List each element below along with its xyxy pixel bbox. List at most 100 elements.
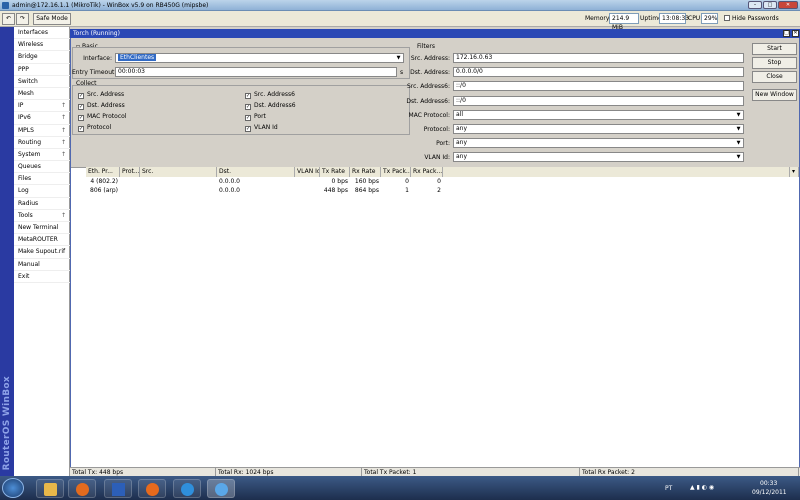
entry-timeout-input[interactable]: 00:00:03: [115, 67, 397, 77]
sidebar-item-label: IP: [18, 102, 24, 110]
filter-mac-protocol-input[interactable]: all ▼: [453, 109, 744, 120]
collect-protocol-checkbox[interactable]: ✓ Protocol: [78, 124, 111, 132]
sidebar-item-tools[interactable]: Tools ↑: [14, 210, 70, 222]
sidebar-item-make-supout-rif[interactable]: Make Supout.rif: [14, 246, 70, 259]
filter-label: Protocol:: [423, 126, 450, 133]
filter-label: Port:: [436, 140, 450, 148]
start-button[interactable]: Start: [752, 43, 797, 55]
sidebar-item-mesh[interactable]: Mesh: [14, 88, 70, 101]
filter-value: 172.16.0.63: [456, 54, 493, 61]
table-cell: [122, 186, 138, 195]
sidebar-item-switch[interactable]: Switch: [14, 76, 70, 88]
filter-vlan-id-input[interactable]: any ▼: [453, 152, 744, 163]
new-window-button[interactable]: New Window: [752, 89, 797, 101]
close-torch-button[interactable]: Close: [752, 71, 797, 83]
sidebar-item-bridge[interactable]: Bridge: [14, 51, 70, 64]
filter-dst-address-input[interactable]: 0.0.0.0/0: [453, 67, 744, 78]
language-indicator[interactable]: PT: [665, 485, 672, 492]
sidebar-item-ip[interactable]: IP ↑: [14, 100, 70, 113]
collect-vlan-id-checkbox[interactable]: ✓ VLAN Id: [245, 124, 278, 132]
minimize-button[interactable]: –: [748, 1, 762, 9]
columns-menu-icon[interactable]: ▾: [790, 167, 799, 177]
safe-mode-button[interactable]: Safe Mode: [33, 13, 71, 25]
column-header[interactable]: Dst.: [217, 167, 295, 177]
sidebar-item-label: Tools: [18, 211, 33, 219]
column-header[interactable]: Src.: [140, 167, 217, 177]
column-header[interactable]: VLAN Id: [295, 167, 320, 177]
interface-select[interactable]: EthClientes ▼: [115, 53, 404, 63]
sidebar-item-mpls[interactable]: MPLS ↑: [14, 125, 70, 137]
sidebar-item-wireless[interactable]: Wireless: [14, 39, 70, 52]
sidebar-item-ppp[interactable]: PPP: [14, 64, 70, 76]
table-cell: 0: [405, 178, 409, 185]
start-orb-icon[interactable]: [2, 478, 24, 498]
collect-src-address-checkbox[interactable]: ✓ Src. Address: [78, 91, 124, 99]
checkbox-label: VLAN Id: [254, 124, 278, 131]
collect-mac-protocol-checkbox[interactable]: ✓ MAC Protocol: [78, 113, 126, 121]
collect-dst-address-checkbox[interactable]: ✓ Dst. Address: [78, 102, 125, 110]
torch-restore-button[interactable]: □: [783, 30, 790, 37]
sidebar-item-metarouter[interactable]: MetaROUTER: [14, 234, 70, 247]
filter-src-address6-input[interactable]: ::/0: [453, 81, 744, 92]
stop-button[interactable]: Stop: [752, 57, 797, 69]
sidebar-item-label: Interfaces: [18, 29, 48, 36]
column-header[interactable]: Tx Rate: [320, 167, 350, 177]
redo-button[interactable]: ↷: [16, 13, 29, 25]
undo-button[interactable]: ↶: [2, 13, 15, 25]
hide-passwords-checkbox[interactable]: Hide Passwords: [724, 15, 779, 22]
checkmark-icon: ✓: [245, 104, 251, 110]
filter-label: VLAN Id:: [424, 154, 450, 162]
taskbar-explorer-icon[interactable]: [36, 479, 64, 498]
sidebar-item-log[interactable]: Log: [14, 185, 70, 198]
taskbar-active-app-icon[interactable]: [207, 479, 235, 498]
checkmark-icon: ✓: [245, 93, 251, 99]
filter-src-address-input[interactable]: 172.16.0.63: [453, 53, 744, 63]
tray-icons[interactable]: ▲ ▮ ◐ ◉: [690, 484, 714, 491]
sidebar-item-radius[interactable]: Radius: [14, 198, 70, 210]
table-cell: 806 (arp): [90, 187, 118, 194]
sidebar-item-routing[interactable]: Routing ↑: [14, 137, 70, 149]
sidebar-item-exit[interactable]: Exit: [14, 271, 70, 283]
sidebar-item-system[interactable]: System ↑: [14, 149, 70, 162]
sidebar-item-ipv6[interactable]: IPv6 ↑: [14, 112, 70, 125]
taskbar-firefox-icon[interactable]: [138, 479, 166, 498]
sidebar-item-label: Manual: [18, 260, 40, 268]
taskbar-ie-icon[interactable]: [173, 479, 201, 498]
table-cell: [142, 186, 215, 195]
collect-dst-address6-checkbox[interactable]: ✓ Dst. Address6: [245, 102, 296, 110]
filters-group-label: Filters: [417, 43, 435, 50]
filter-value: ::/0: [456, 96, 466, 104]
column-header[interactable]: Tx Pack...: [381, 167, 411, 177]
torch-close-button[interactable]: ✕: [792, 30, 799, 37]
taskbar-winbox-icon[interactable]: [104, 479, 132, 498]
table-cell: 4 (802.2): [90, 178, 118, 185]
sidebar-item-interfaces[interactable]: Interfaces: [14, 27, 70, 40]
maximize-button[interactable]: □: [763, 1, 777, 9]
taskbar-media-player-icon[interactable]: [68, 479, 96, 498]
collect-src-address6-checkbox[interactable]: ✓ Src. Address6: [245, 91, 295, 99]
chevron-down-icon: ▼: [736, 126, 741, 132]
close-button[interactable]: ✕: [778, 1, 798, 9]
filter-protocol-input[interactable]: any ▼: [453, 124, 744, 134]
clock-time[interactable]: 00:33: [760, 480, 777, 487]
sidebar-item-label: Routing: [18, 138, 42, 146]
submenu-arrow-icon: ↑: [60, 126, 66, 134]
checkbox-label: Port: [254, 113, 266, 120]
filter-dst-address6-input[interactable]: ::/0: [453, 95, 744, 106]
sidebar-item-manual[interactable]: Manual: [14, 259, 70, 271]
column-header[interactable]: Rx Rate: [350, 167, 381, 177]
sidebar-item-files[interactable]: Files: [14, 173, 70, 186]
column-header[interactable]: Prot...: [120, 167, 140, 177]
sidebar-item-queues[interactable]: Queues: [14, 161, 70, 174]
sidebar-item-new-terminal[interactable]: New Terminal: [14, 222, 70, 235]
filter-port-input[interactable]: any ▼: [453, 138, 744, 149]
checkbox-label: MAC Protocol: [87, 113, 127, 120]
collect-port-checkbox[interactable]: ✓ Port: [245, 113, 266, 121]
table-cell: 0: [437, 178, 441, 185]
clock-date[interactable]: 09/12/2011: [752, 489, 787, 496]
column-header[interactable]: Rx Pack...: [411, 167, 443, 177]
cpu-value: 29%: [701, 13, 718, 24]
uptime-value: 13:08:33: [659, 13, 689, 24]
column-header[interactable]: Eth. Pr...: [86, 167, 120, 177]
window-title: admin@172.16.1.1 (MikroTik) - WinBox v5.…: [12, 2, 209, 9]
